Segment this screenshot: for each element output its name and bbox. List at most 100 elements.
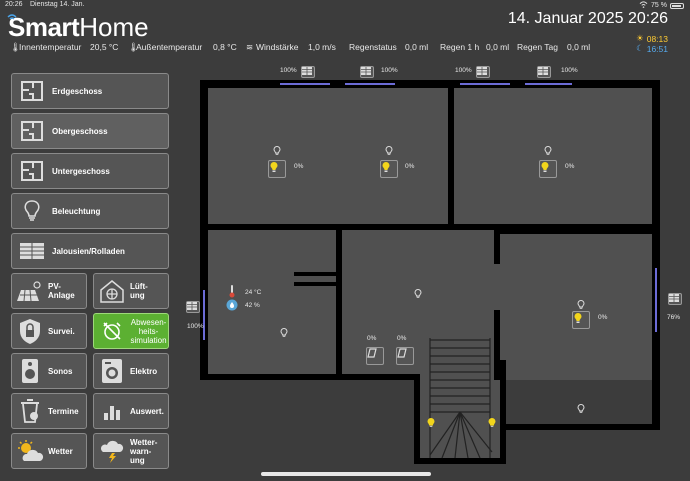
rain-day-value: 0,0 ml	[567, 42, 591, 52]
blind-top-1-value: 100%	[280, 67, 297, 74]
nav-sonos-label: Sonos	[48, 366, 73, 376]
nav-pv-label: PV- Anlage	[48, 282, 75, 300]
nav-wetter-label: Wetter	[48, 446, 73, 456]
lightbulb-icon[interactable]	[577, 404, 585, 414]
status-icons: 75 %	[639, 1, 684, 10]
floorplan-icon	[12, 160, 52, 182]
sunset: ☾ 16:51	[636, 43, 668, 54]
window-blind-icon[interactable]	[186, 301, 200, 313]
nav-lueftung-label: Lüft- ung	[130, 282, 148, 300]
nav-untergeschoss[interactable]: Untergeschoss	[11, 153, 169, 189]
lamp-switch-room-1[interactable]	[268, 160, 286, 178]
washing-machine-icon	[94, 358, 130, 384]
lightbulb-icon	[12, 199, 52, 223]
rain-hour-label: Regen 1 h	[440, 42, 480, 52]
lightbulb-icon[interactable]	[488, 418, 496, 428]
lightbulb-icon[interactable]	[414, 289, 422, 299]
outside-temp-value: 0,8 °C	[213, 42, 237, 52]
fan-house-icon	[94, 278, 130, 304]
logo-signal-icon	[7, 14, 17, 20]
window-blind-icon[interactable]	[301, 66, 315, 78]
room-temperature: 24 °C	[245, 289, 262, 296]
nav-lueftung[interactable]: Lüft- ung	[93, 273, 169, 309]
nav-elektro[interactable]: Elektro	[93, 353, 169, 389]
nav-sonos[interactable]: Sonos	[11, 353, 87, 389]
lightbulb-icon	[385, 146, 393, 155]
floorplan: 100% 100% 100% 100% 100% 76% 0% 0% 0% 0%…	[180, 60, 690, 470]
nav-obergeschoss[interactable]: Obergeschoss	[11, 113, 169, 149]
lamp-switch-room-4[interactable]	[572, 311, 590, 329]
status-date: Dienstag 14. Jan.	[30, 1, 85, 8]
clock-off-icon	[94, 320, 129, 342]
nav-wetter[interactable]: Wetter	[11, 433, 87, 469]
window-blind-icon	[12, 242, 52, 260]
wifi-icon	[639, 1, 648, 10]
wind-icon: ≋	[246, 42, 254, 52]
window-tilt-1[interactable]	[366, 347, 384, 365]
window-tilt-2[interactable]	[396, 347, 414, 365]
battery-icon	[670, 2, 684, 9]
inside-temp-label: Innentemperatur	[19, 42, 82, 52]
blind-top-2-value: 100%	[381, 67, 398, 74]
nav-pv-anlage[interactable]: PV- Anlage	[11, 273, 87, 309]
nav-obergeschoss-label: Obergeschoss	[52, 126, 108, 136]
nav-jalousien[interactable]: Jalousien/Rolladen	[11, 233, 169, 269]
nav-absence-label: Abwesen- heits- simulation	[130, 317, 167, 345]
trash-bin-icon	[12, 398, 48, 424]
window-blind-icon[interactable]	[476, 66, 490, 78]
shield-lock-icon	[12, 317, 48, 345]
lamp-switch-room-3[interactable]	[539, 160, 557, 178]
humidity-icon	[226, 299, 238, 311]
speaker-icon	[12, 358, 48, 384]
window-blind-icon[interactable]	[537, 66, 551, 78]
inside-temp-value: 20,5 °C	[90, 42, 119, 52]
lightbulb-icon[interactable]	[280, 328, 288, 338]
sunrise-time: 08:13	[646, 33, 668, 44]
home-indicator[interactable]	[261, 472, 431, 476]
nav-erdgeschoss[interactable]: Erdgeschoss	[11, 73, 169, 109]
status-bar: 20:26 Dienstag 14. Jan. 75 %	[0, 0, 690, 10]
lamp-room-4-value: 0%	[598, 314, 608, 321]
app-logo: Smart Home	[7, 11, 149, 42]
floorplan-icon	[12, 80, 52, 102]
floorplan-icon	[12, 120, 52, 142]
nav-termine[interactable]: Termine	[11, 393, 87, 429]
window-blind-icon[interactable]	[668, 293, 682, 305]
outside-temp-label: Außentemperatur	[136, 42, 203, 52]
nav-abwesenheitssimulation[interactable]: Abwesen- heits- simulation	[93, 313, 169, 349]
moon-icon: ☾	[636, 43, 644, 53]
lightbulb-icon[interactable]	[427, 418, 435, 428]
blind-left-value: 100%	[187, 323, 204, 330]
nav-jalousien-label: Jalousien/Rolladen	[52, 246, 125, 256]
sunset-time: 16:51	[646, 43, 668, 54]
header-datetime: 14. Januar 2025 20:26	[507, 10, 668, 27]
nav-erdgeschoss-label: Erdgeschoss	[52, 86, 103, 96]
rain-status-value: 0,0 ml	[405, 42, 429, 52]
nav-beleuchtung[interactable]: Beleuchtung	[11, 193, 169, 229]
solar-panel-icon	[12, 279, 48, 303]
wind-label: Windstärke	[256, 42, 299, 52]
blind-right-value: 76%	[667, 314, 681, 321]
logo-smart: Smart	[8, 11, 80, 42]
nav-beleuchtung-label: Beleuchtung	[52, 206, 101, 216]
nav-surveillance[interactable]: Survei.	[11, 313, 87, 349]
lamp-room-1-value: 0%	[294, 163, 304, 170]
lightbulb-icon	[544, 146, 552, 155]
window-tilt-1-value: 0%	[367, 335, 377, 342]
bar-chart-icon	[94, 401, 130, 421]
nav-termine-label: Termine	[48, 406, 79, 416]
window-tilt-2-value: 0%	[397, 335, 407, 342]
wind-value: 1,0 m/s	[308, 42, 336, 52]
lamp-switch-room-2[interactable]	[380, 160, 398, 178]
nav-elektro-label: Elektro	[130, 366, 158, 376]
blind-top-4-value: 100%	[561, 67, 578, 74]
rain-day-label: Regen Tag	[517, 42, 558, 52]
nav-wetterwarnung[interactable]: Wetter- warn- ung	[93, 433, 169, 469]
window-blind-icon[interactable]	[360, 66, 374, 78]
lightbulb-icon	[273, 146, 281, 155]
status-time: 20:26	[5, 1, 23, 8]
nav-auswertung[interactable]: Auswert.	[93, 393, 169, 429]
sun-cloud-icon	[12, 439, 48, 463]
battery-percent: 75 %	[651, 2, 667, 9]
rain-hour-value: 0,0 ml	[486, 42, 510, 52]
